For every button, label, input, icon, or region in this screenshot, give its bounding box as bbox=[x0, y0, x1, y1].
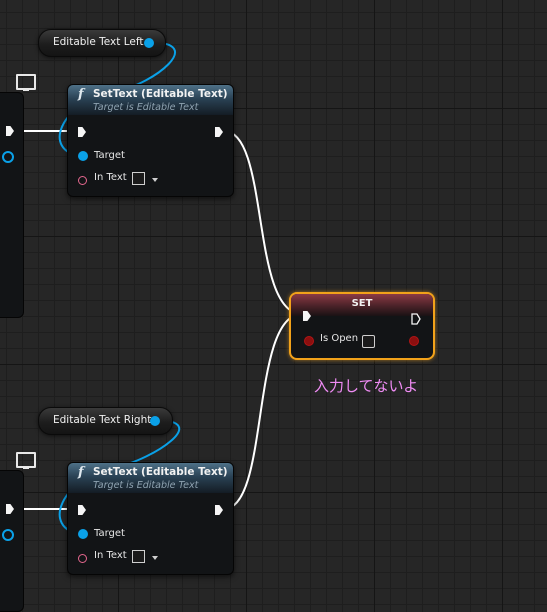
dropdown-icon[interactable] bbox=[152, 556, 158, 560]
monitor-icon bbox=[16, 452, 36, 469]
set-is-open-node[interactable]: SET Is Open bbox=[289, 292, 435, 360]
in-text-pin[interactable] bbox=[78, 176, 87, 185]
in-text-label: In Text bbox=[94, 172, 127, 183]
variable-editable-text-right[interactable]: Editable Text Right bbox=[38, 407, 173, 435]
in-text-pin[interactable] bbox=[78, 554, 87, 563]
exec-in-pin[interactable] bbox=[78, 505, 86, 515]
object-out-pin[interactable] bbox=[2, 151, 14, 163]
in-text-label: In Text bbox=[94, 550, 127, 561]
in-text-value-box[interactable] bbox=[132, 550, 145, 563]
variable-out-pin[interactable] bbox=[150, 416, 160, 426]
variable-label: Editable Text Left bbox=[53, 36, 144, 48]
in-text-value-box[interactable] bbox=[132, 172, 145, 185]
comment-text: 入力してないよ bbox=[314, 377, 419, 395]
is-open-checkbox[interactable] bbox=[362, 335, 375, 348]
is-open-in-pin[interactable] bbox=[304, 336, 314, 346]
variable-out-pin[interactable] bbox=[144, 38, 154, 48]
function-icon: f bbox=[78, 87, 84, 102]
node-subtitle: Target is Editable Text bbox=[93, 102, 199, 113]
node-title: SET bbox=[351, 298, 373, 309]
exec-out-pin[interactable] bbox=[215, 127, 223, 137]
is-open-out-pin[interactable] bbox=[409, 336, 419, 346]
target-pin[interactable] bbox=[78, 529, 88, 539]
exec-wire bbox=[223, 130, 303, 315]
node-header: f SetText (Editable Text) Target is Edit… bbox=[68, 85, 233, 115]
target-pin[interactable] bbox=[78, 151, 88, 161]
node-title: SetText (Editable Text) bbox=[93, 88, 228, 100]
monitor-icon bbox=[16, 74, 36, 91]
settext-node-bottom[interactable]: f SetText (Editable Text) Target is Edit… bbox=[67, 462, 234, 575]
node-header: f SetText (Editable Text) Target is Edit… bbox=[68, 463, 233, 493]
variable-editable-text-left[interactable]: Editable Text Left bbox=[38, 29, 166, 57]
offscreen-node-top bbox=[0, 92, 24, 318]
object-out-pin[interactable] bbox=[2, 529, 14, 541]
node-title: SetText (Editable Text) bbox=[93, 466, 228, 478]
exec-in-pin[interactable] bbox=[78, 127, 86, 137]
is-open-label: Is Open bbox=[320, 333, 359, 344]
node-subtitle: Target is Editable Text bbox=[93, 480, 199, 491]
target-label: Target bbox=[94, 150, 125, 161]
settext-node-top[interactable]: f SetText (Editable Text) Target is Edit… bbox=[67, 84, 234, 197]
exec-out-pin[interactable] bbox=[215, 505, 223, 515]
exec-out-pin[interactable] bbox=[411, 310, 421, 325]
offscreen-node-bottom bbox=[0, 470, 24, 612]
target-label: Target bbox=[94, 528, 125, 539]
dropdown-icon[interactable] bbox=[152, 178, 158, 182]
variable-label: Editable Text Right bbox=[53, 414, 152, 426]
function-icon: f bbox=[78, 465, 84, 480]
